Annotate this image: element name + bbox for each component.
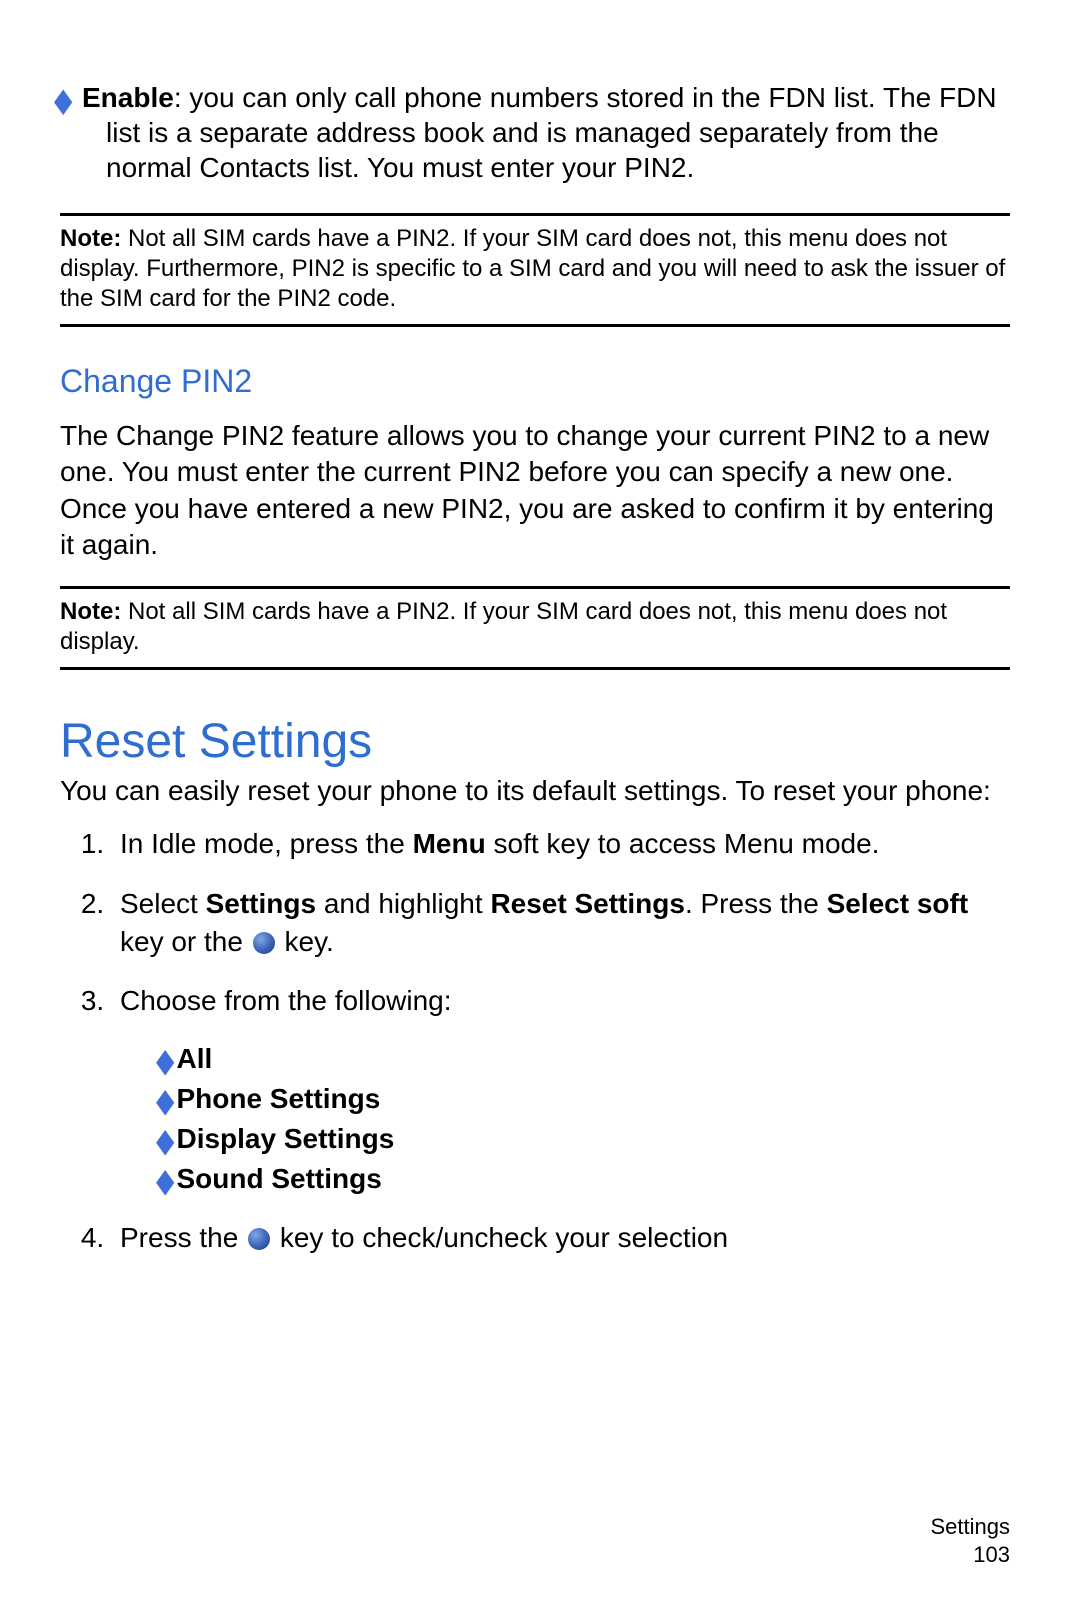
option-phone-settings: ◆Phone Settings	[156, 1080, 1010, 1118]
enable-bullet: ◆Enable: you can only call phone numbers…	[106, 80, 1010, 185]
note-label: Note:	[60, 598, 121, 625]
step-4: Press the key to check/uncheck your sele…	[112, 1219, 1010, 1257]
option-all: ◆All	[156, 1040, 1010, 1078]
heading-reset-settings: Reset Settings	[60, 714, 1010, 769]
heading-change-pin2: Change PIN2	[60, 363, 1010, 400]
reset-steps-list: In Idle mode, press the Menu soft key to…	[60, 825, 1010, 1257]
reset-options-list: ◆All ◆Phone Settings ◆Display Settings ◆…	[156, 1040, 1010, 1197]
nav-key-icon	[248, 1228, 270, 1250]
note-1-body: Not all SIM cards have a PIN2. If your S…	[60, 225, 1005, 312]
option-display-settings: ◆Display Settings	[156, 1120, 1010, 1158]
step-3: Choose from the following: ◆All ◆Phone S…	[112, 982, 1010, 1197]
nav-key-icon	[253, 932, 275, 954]
note-2-text: Note: Not all SIM cards have a PIN2. If …	[60, 597, 1010, 657]
footer-section: Settings	[931, 1513, 1011, 1541]
reset-intro: You can easily reset your phone to its d…	[60, 773, 1010, 809]
option-sound-settings: ◆Sound Settings	[156, 1160, 1010, 1198]
note-2-body: Not all SIM cards have a PIN2. If your S…	[60, 598, 947, 655]
footer-page-number: 103	[931, 1541, 1011, 1569]
diamond-icon: ◆	[156, 1159, 174, 1204]
diamond-icon: ◆	[156, 1079, 174, 1124]
diamond-icon: ◆	[156, 1119, 174, 1164]
change-pin2-paragraph: The Change PIN2 feature allows you to ch…	[60, 418, 1010, 564]
enable-text: : you can only call phone numbers stored…	[106, 82, 997, 183]
step-1: In Idle mode, press the Menu soft key to…	[112, 825, 1010, 863]
diamond-icon: ◆	[156, 1040, 174, 1085]
page-footer: Settings 103	[931, 1513, 1011, 1568]
manual-page: ◆ Enable: you can only call phone numbers…	[0, 0, 1080, 1620]
note-box-1: Note: Not all SIM cards have a PIN2. If …	[60, 213, 1010, 327]
note-label: Note:	[60, 225, 121, 252]
note-box-2: Note: Not all SIM cards have a PIN2. If …	[60, 586, 1010, 670]
note-1-text: Note: Not all SIM cards have a PIN2. If …	[60, 224, 1010, 314]
step-2: Select Settings and highlight Reset Sett…	[112, 885, 1010, 961]
enable-label: Enable	[82, 82, 174, 113]
